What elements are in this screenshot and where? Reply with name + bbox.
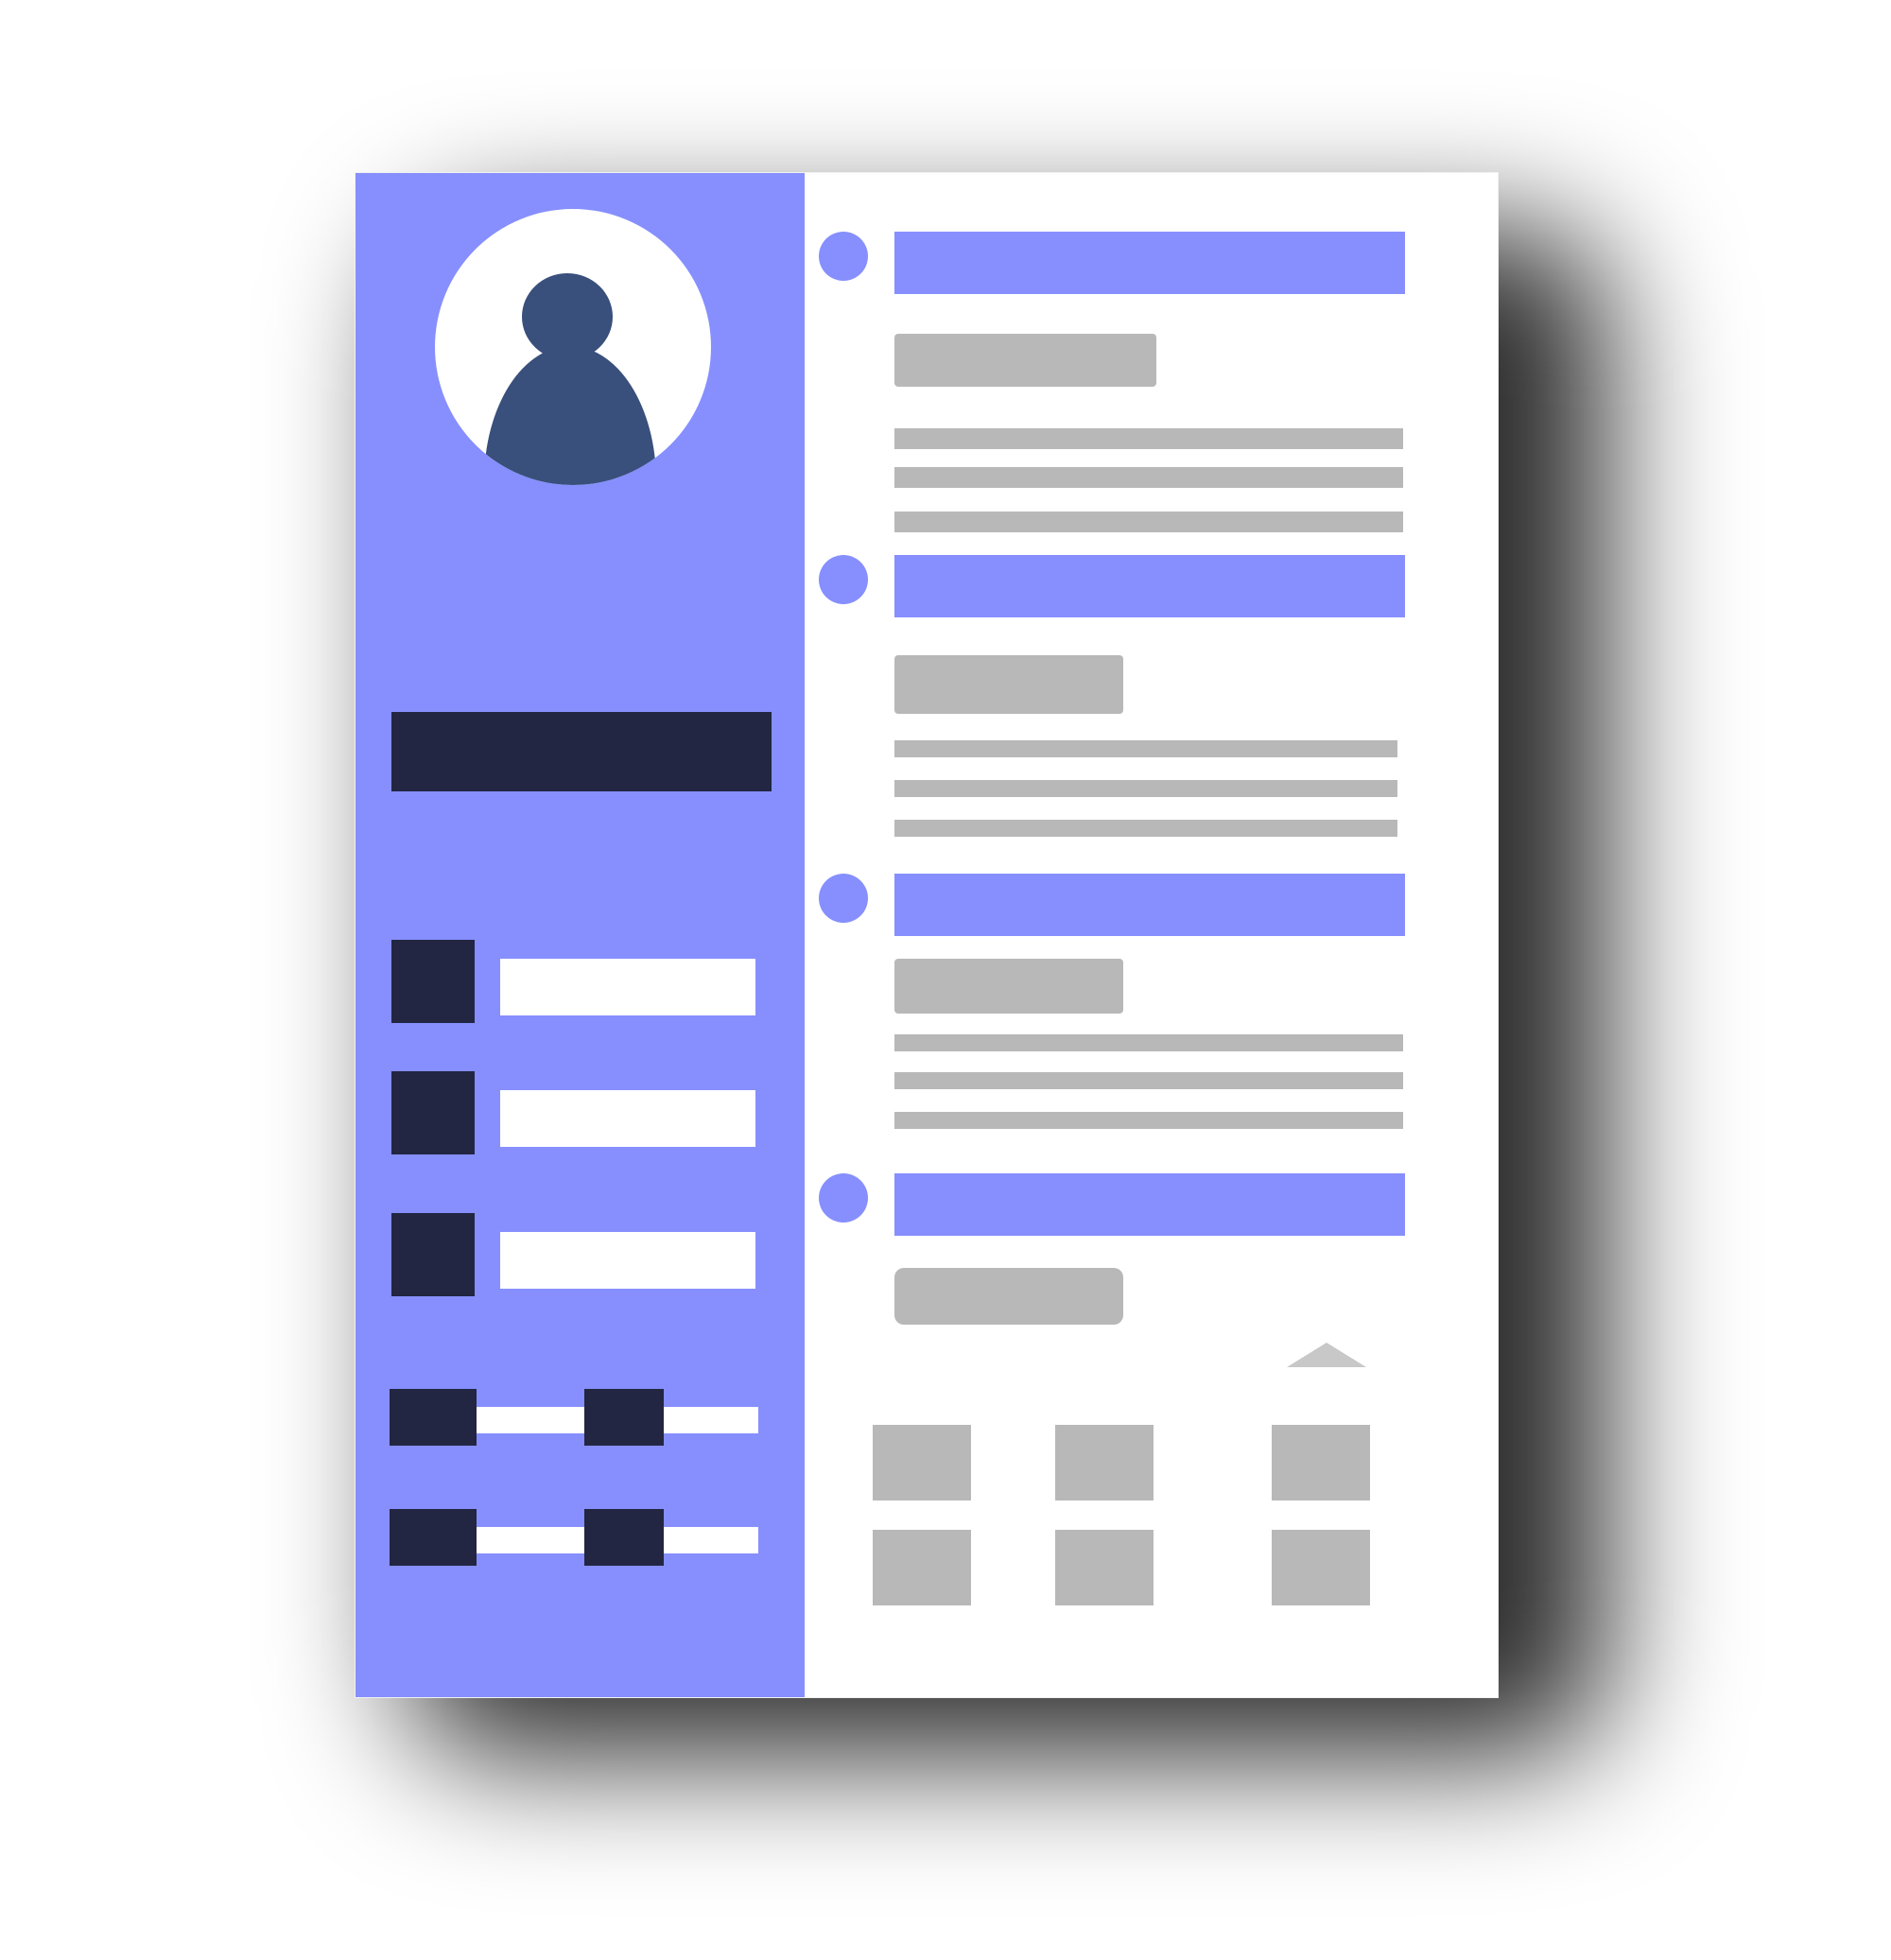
grid-square: [1055, 1425, 1154, 1500]
skill-square-icon: [391, 1213, 475, 1296]
slider-handle-left: [390, 1389, 477, 1446]
timeline-section: [819, 232, 1433, 534]
section-subheading-bar: [894, 1268, 1123, 1325]
grid-square: [1055, 1530, 1154, 1605]
grid-square: [873, 1530, 971, 1605]
slider-handle-right: [584, 1389, 664, 1446]
text-line: [894, 1072, 1403, 1089]
profile-avatar: [435, 209, 711, 485]
section-heading-bar: [894, 1173, 1405, 1236]
skill-square-icon: [391, 940, 475, 1023]
resume-sidebar: [356, 173, 805, 1697]
section-subheading-bar: [894, 655, 1123, 714]
section-heading-bar: [894, 874, 1405, 936]
skill-label-bar: [500, 959, 755, 1015]
slider-row: [390, 1509, 758, 1566]
text-line: [894, 740, 1397, 757]
avatar-body: [484, 346, 656, 485]
skill-square-icon: [391, 1071, 475, 1154]
section-subheading-bar: [894, 334, 1156, 387]
text-line: [894, 1112, 1403, 1129]
shape-hint: [1287, 1343, 1366, 1367]
text-line: [894, 780, 1397, 797]
text-line: [894, 512, 1403, 532]
timeline-dot-icon: [819, 1173, 868, 1223]
timeline-dot-icon: [819, 232, 868, 281]
skill-label-bar: [500, 1232, 755, 1289]
timeline-section: [819, 1173, 1433, 1344]
timeline-section: [819, 874, 1433, 1138]
text-line: [894, 467, 1403, 488]
section-subheading-bar: [894, 959, 1123, 1014]
timeline-dot-icon: [819, 555, 868, 604]
timeline-section: [819, 555, 1433, 858]
skill-label-bar: [500, 1090, 755, 1147]
section-heading-bar: [894, 555, 1405, 617]
timeline-dot-icon: [819, 874, 868, 923]
name-placeholder-bar: [391, 712, 772, 791]
section-heading-bar: [894, 232, 1405, 294]
slider-handle-right: [584, 1509, 664, 1566]
grid-square: [1272, 1530, 1370, 1605]
slider-handle-left: [390, 1509, 477, 1566]
grid-square: [1272, 1425, 1370, 1500]
skill-row: [391, 1071, 772, 1154]
grid-square: [873, 1425, 971, 1500]
skill-row: [391, 940, 772, 1023]
text-line: [894, 820, 1397, 837]
text-line: [894, 428, 1403, 449]
resume-document: [356, 173, 1498, 1697]
slider-row: [390, 1389, 758, 1446]
skill-row: [391, 1213, 772, 1296]
text-line: [894, 1034, 1403, 1051]
